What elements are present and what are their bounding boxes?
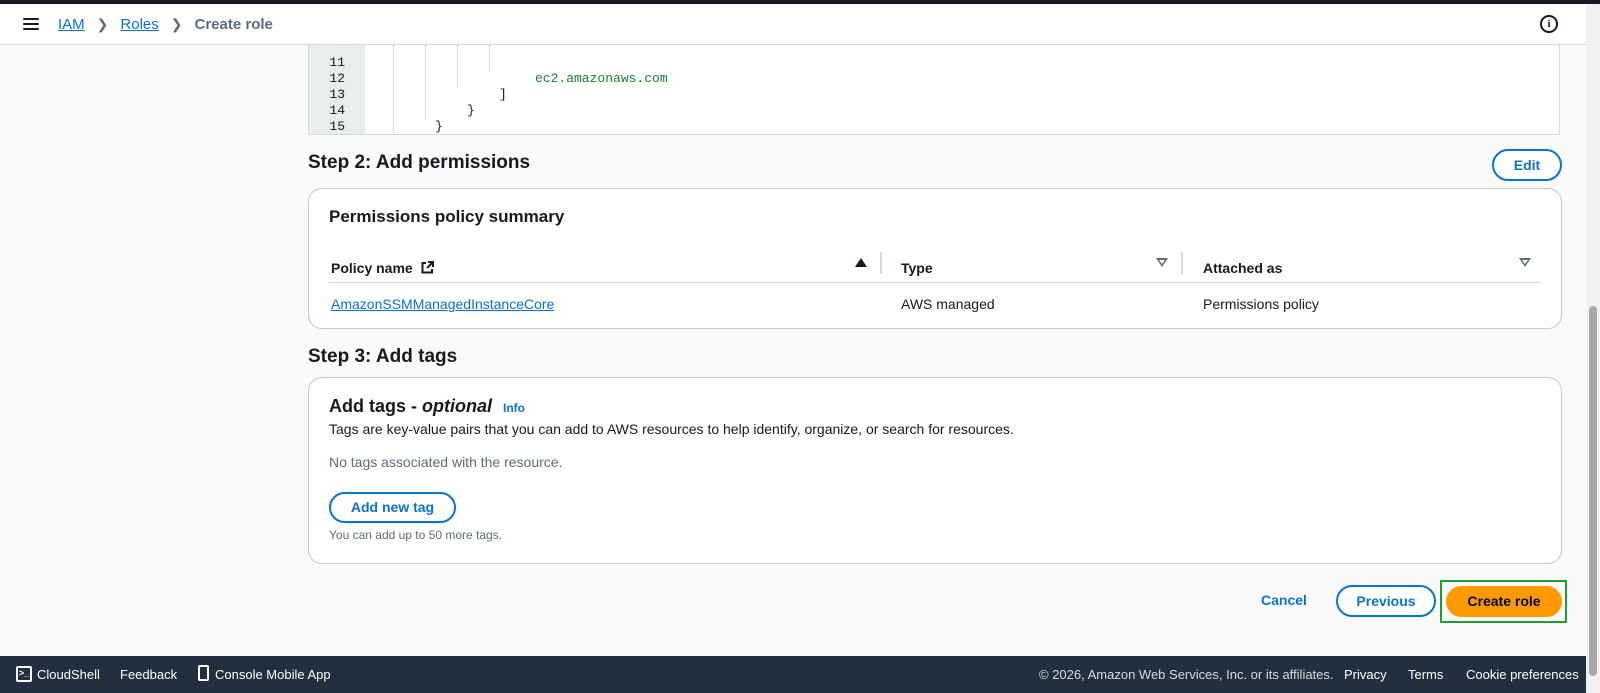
optional-label: optional xyxy=(422,396,492,416)
breadcrumb-roles[interactable]: Roles xyxy=(120,16,158,33)
tags-description: Tags are key-value pairs that you can ad… xyxy=(329,421,1014,437)
cancel-button[interactable]: Cancel xyxy=(1261,592,1307,608)
code-line: 15 ] xyxy=(309,103,1559,134)
scrollbar-thumb[interactable] xyxy=(1589,306,1597,676)
chevron-right-icon: ❯ xyxy=(170,16,183,32)
step-3-heading: Step 3: Add tags xyxy=(308,346,458,367)
console-footer: >_ CloudShell Feedback Console Mobile Ap… xyxy=(0,656,1586,693)
policy-type-cell: AWS managed xyxy=(901,296,995,312)
cloudshell-link[interactable]: CloudShell xyxy=(37,667,100,682)
sort-icon[interactable] xyxy=(1519,258,1531,267)
code-line: 14 } xyxy=(309,87,1559,134)
code-line: 16 } xyxy=(309,119,1559,134)
code-line: 12 ] xyxy=(309,55,1559,102)
cookie-preferences-link[interactable]: Cookie preferences xyxy=(1466,667,1579,682)
column-header-type[interactable]: Type xyxy=(901,260,933,276)
column-label: Policy name xyxy=(331,260,413,276)
copyright-text: © 2026, Amazon Web Services, Inc. or its… xyxy=(1039,667,1334,682)
sort-icon[interactable] xyxy=(1156,258,1168,267)
trust-policy-code-viewer: 11 ec2.amazonaws.com 12 ] 13 } 14 } 15 ]… xyxy=(308,45,1560,135)
breadcrumb: IAM ❯ Roles ❯ Create role xyxy=(58,16,273,33)
terminal-icon: >_ xyxy=(16,666,32,682)
column-header-policy-name[interactable]: Policy name xyxy=(331,260,434,276)
page-scrollbar[interactable] xyxy=(1586,4,1600,693)
add-new-tag-button[interactable]: Add new tag xyxy=(329,492,456,523)
column-resizer[interactable] xyxy=(880,252,882,274)
external-link-icon xyxy=(421,261,434,274)
tag-limit-hint: You can add up to 50 more tags. xyxy=(329,528,503,542)
feedback-link[interactable]: Feedback xyxy=(120,667,177,682)
tags-title-text: Add tags - xyxy=(329,396,422,416)
create-role-button[interactable]: Create role xyxy=(1446,586,1562,617)
table-divider xyxy=(329,282,1541,283)
breadcrumb-iam[interactable]: IAM xyxy=(58,16,85,33)
terms-link[interactable]: Terms xyxy=(1408,667,1443,682)
policy-name-link[interactable]: AmazonSSMManagedInstanceCore xyxy=(331,296,554,312)
column-header-attached-as[interactable]: Attached as xyxy=(1203,260,1282,276)
tags-card-title: Add tags - optional Info xyxy=(329,396,525,417)
breadcrumb-current: Create role xyxy=(194,16,273,33)
step-2-heading: Step 2: Add permissions xyxy=(308,152,531,173)
no-tags-text: No tags associated with the resource. xyxy=(329,454,563,470)
hamburger-menu-icon[interactable] xyxy=(20,13,42,35)
edit-permissions-button[interactable]: Edit xyxy=(1492,149,1562,181)
policy-attached-as-cell: Permissions policy xyxy=(1203,296,1319,312)
column-resizer[interactable] xyxy=(1181,252,1183,274)
sort-ascending-icon[interactable] xyxy=(855,258,867,267)
permissions-card-title: Permissions policy summary xyxy=(329,207,565,226)
info-link[interactable]: Info xyxy=(503,401,525,415)
code-line: 11 ec2.amazonaws.com xyxy=(309,45,1559,86)
chevron-right-icon: ❯ xyxy=(96,16,109,32)
mobile-phone-icon xyxy=(198,665,209,681)
console-mobile-app-link[interactable]: Console Mobile App xyxy=(215,667,331,682)
previous-button[interactable]: Previous xyxy=(1336,585,1436,617)
code-line: 13 } xyxy=(309,71,1559,118)
info-circle-icon[interactable]: i xyxy=(1540,15,1558,33)
privacy-link[interactable]: Privacy xyxy=(1344,667,1387,682)
top-navigation: IAM ❯ Roles ❯ Create role i xyxy=(0,4,1586,45)
